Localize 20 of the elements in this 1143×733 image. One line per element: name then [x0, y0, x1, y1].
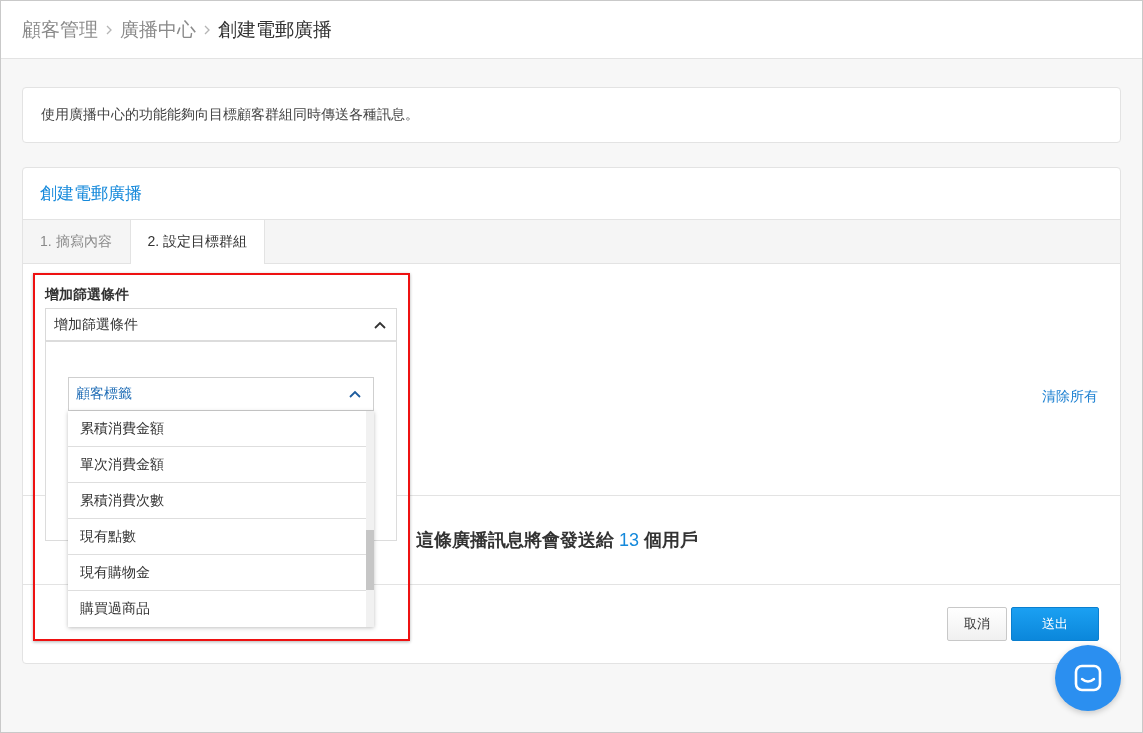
chevron-up-icon — [349, 390, 361, 398]
chevron-right-icon — [106, 24, 112, 35]
chevron-up-icon — [374, 320, 386, 329]
info-text: 使用廣播中心的功能能夠向目標顧客群組同時傳送各種訊息。 — [41, 106, 419, 124]
breadcrumb-item: 創建電郵廣播 — [218, 17, 332, 42]
tab[interactable]: 2. 設定目標群組 — [129, 220, 266, 264]
filter-label: 增加篩選條件 — [45, 286, 130, 304]
chat-button[interactable] — [1055, 645, 1121, 711]
recipient-message: 這條廣播訊息將會發送給 13 個用戶 — [416, 529, 699, 552]
clear-all-link[interactable]: 清除所有 — [1042, 388, 1098, 406]
cancel-button[interactable]: 取消 — [947, 607, 1007, 641]
tag-select[interactable]: 顧客標籤 — [68, 377, 374, 411]
dropdown-option[interactable]: 購買過商品 — [68, 591, 366, 627]
chat-icon — [1074, 664, 1102, 692]
filter-select[interactable]: 增加篩選條件 — [45, 308, 397, 342]
breadcrumb-item[interactable]: 顧客管理 — [22, 16, 98, 43]
card-title: 創建電郵廣播 — [40, 183, 142, 205]
scrollbar[interactable] — [366, 411, 374, 627]
breadcrumb-item[interactable]: 廣播中心 — [120, 16, 196, 43]
chevron-right-icon — [204, 24, 210, 35]
